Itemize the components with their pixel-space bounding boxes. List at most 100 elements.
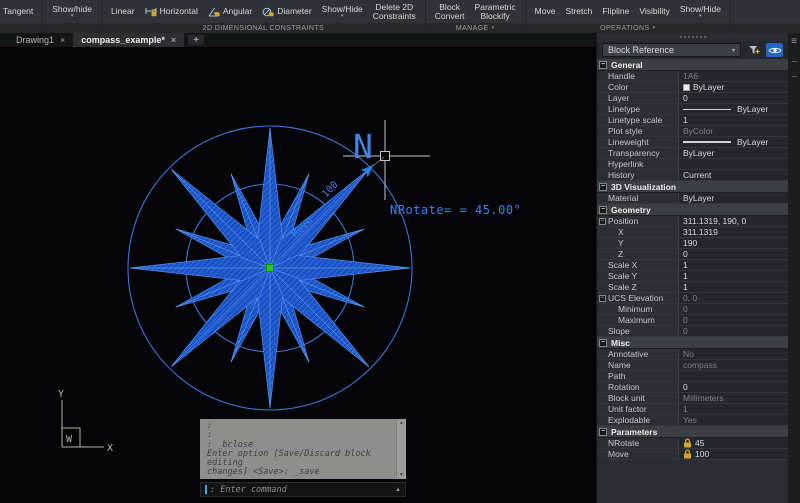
property-value[interactable]: ByLayer (678, 193, 788, 203)
row-gutter (597, 404, 608, 414)
section-header-general[interactable]: −General (597, 59, 788, 71)
ribbon-button-move[interactable]: Move (535, 7, 556, 16)
ribbon-button-linear[interactable]: Linear (111, 7, 135, 16)
property-value[interactable]: ByLayer (678, 104, 788, 114)
main-content: Drawing1× compass_example* × + (0, 33, 800, 503)
ribbon-button-content: Linear (111, 7, 135, 16)
property-value: 0 (678, 304, 788, 314)
ribbon-button-tangent[interactable]: Tangent (3, 7, 33, 16)
ribbon-button-flipline[interactable]: Flipline (602, 7, 629, 16)
property-row-scale-z: Scale Z1 (597, 282, 788, 293)
collapse-icon[interactable]: − (599, 339, 607, 347)
property-value[interactable]: 0 (678, 249, 788, 259)
ribbon-button-diameter[interactable]: Diameter (262, 7, 311, 17)
ribbon-button-show-hide[interactable]: Show/hide▾ (52, 5, 92, 18)
ribbon-button-block-convert[interactable]: Block Convert (435, 3, 465, 21)
quick-select-filter-button[interactable] (745, 43, 762, 57)
property-row-minimum: Minimum0 (597, 304, 788, 315)
property-row-hyperlink: Hyperlink (597, 159, 788, 170)
scroll-down-icon[interactable]: ▼ (399, 471, 404, 479)
ribbon-group-label[interactable]: MANAGE▾ (426, 23, 525, 33)
ribbon-group-label[interactable]: OPERATIONS▾ (526, 23, 730, 33)
property-value[interactable]: 1 (678, 271, 788, 281)
property-value[interactable] (678, 371, 788, 381)
property-value-text: 0 (683, 326, 688, 336)
collapse-icon[interactable]: − (599, 61, 607, 69)
collapse-icon[interactable]: − (599, 206, 607, 214)
collapse-icon[interactable]: − (599, 183, 607, 191)
ribbon-button-show-hide[interactable]: Show/Hide▾ (680, 5, 721, 18)
ribbon-button-horizontal[interactable]: Horizontal (145, 7, 198, 17)
property-row-slope: Slope0 (597, 326, 788, 337)
property-value[interactable]: 1 (678, 115, 788, 125)
expand-icon[interactable]: − (599, 218, 606, 225)
file-tab-compass-example[interactable]: compass_example* × (73, 33, 184, 47)
ribbon-button-parametric-blockify[interactable]: Parametric Blockify (475, 3, 516, 21)
scroll-up-icon[interactable]: ▲ (399, 419, 404, 427)
drawing-canvas[interactable]: Y X W N NRotate= = 45.00° 100 Move ::: _… (0, 48, 596, 503)
property-value: Millimeters (678, 393, 788, 403)
property-value[interactable]: 190 (678, 238, 788, 248)
property-value: 0, 0 (678, 293, 788, 303)
grip-point[interactable] (267, 265, 274, 272)
close-icon[interactable]: × (171, 36, 176, 45)
collapse-icon[interactable]: − (599, 428, 607, 436)
menu-icon[interactable]: ≡ (791, 37, 797, 47)
property-label: Name (608, 360, 678, 370)
toggle-pickadd-button[interactable] (766, 43, 783, 57)
file-tab-drawing1[interactable]: Drawing1× (8, 33, 73, 47)
new-tab-button[interactable]: + (188, 35, 204, 45)
property-label: Maximum (608, 315, 678, 325)
close-icon[interactable]: × (60, 36, 65, 45)
property-label: UCS Elevation (608, 293, 678, 303)
property-value[interactable]: ByLayer (678, 137, 788, 147)
property-value[interactable] (678, 159, 788, 169)
history-toggle-icon[interactable]: ▲ (395, 487, 401, 493)
section-header-parameters[interactable]: −Parameters (597, 426, 788, 438)
property-value[interactable]: ByLayer (678, 82, 788, 92)
command-history-text: ::: _bcloseEnter option [Save/Discard bl… (200, 419, 396, 479)
command-history-scrollbar[interactable]: ▲ ▼ (396, 419, 406, 479)
ribbon-button-visibility[interactable]: Visibility (639, 7, 670, 16)
ribbon-button-label: Block Convert (435, 3, 465, 21)
property-row-linetype-scale: Linetype scale1 (597, 115, 788, 126)
property-value-text: 1 (683, 271, 688, 281)
property-value[interactable]: 0 (678, 382, 788, 392)
file-tab-label: compass_example* (81, 35, 165, 45)
property-value[interactable]: 100 (678, 449, 788, 459)
property-value[interactable]: ByLayer (678, 148, 788, 158)
property-value[interactable]: 0 (678, 93, 788, 103)
ribbon-button-stretch[interactable]: Stretch (565, 7, 592, 16)
property-value[interactable]: 1 (678, 282, 788, 292)
section-header-geometry[interactable]: −Geometry (597, 204, 788, 216)
command-input-bar[interactable]: : Enter command ▲ (200, 482, 406, 497)
property-value[interactable]: 45 (678, 438, 788, 448)
command-prompt[interactable]: : Enter command (210, 485, 392, 495)
eye-icon (768, 46, 782, 55)
ribbon-panel-operations: Move Stretch Flipline Visibility Show/Hide▾ O… (526, 0, 731, 33)
property-value[interactable]: 1 (678, 260, 788, 270)
section-header-3d-visualization[interactable]: −3D Visualization (597, 181, 788, 193)
ribbon-button-content: Parametric Blockify (475, 3, 516, 21)
property-value[interactable]: Current (678, 170, 788, 180)
row-gutter (597, 304, 608, 314)
ribbon-button-angular[interactable]: Angular (208, 7, 252, 17)
row-gutter (597, 360, 608, 370)
ribbon-button-show-hide[interactable]: Show/Hide▾ (322, 5, 363, 18)
property-value-text: 1 (683, 282, 688, 292)
object-type-dropdown[interactable]: Block Reference ▾ (602, 43, 741, 57)
property-row-ucs-elevation: −UCS Elevation0, 0 (597, 293, 788, 304)
section-header-misc[interactable]: −Misc (597, 337, 788, 349)
ribbon-button-delete-2d-constraints[interactable]: Delete 2D Constraints (373, 3, 416, 21)
property-row-path: Path (597, 371, 788, 382)
ribbon-spacer-body (731, 0, 800, 23)
property-row-lineweight: LineweightByLayer (597, 137, 788, 148)
expand-icon[interactable]: − (599, 295, 606, 302)
property-value[interactable]: 311.1319, 190, 0 (678, 216, 788, 226)
scrollbar-track[interactable] (397, 427, 406, 471)
color-swatch-icon (683, 84, 690, 91)
ribbon-panel-1: Show/hide▾ (43, 0, 102, 33)
property-value[interactable]: 311.1319 (678, 227, 788, 237)
palette-grab-handle[interactable] (597, 33, 788, 41)
ucs-y-label: Y (58, 389, 64, 400)
